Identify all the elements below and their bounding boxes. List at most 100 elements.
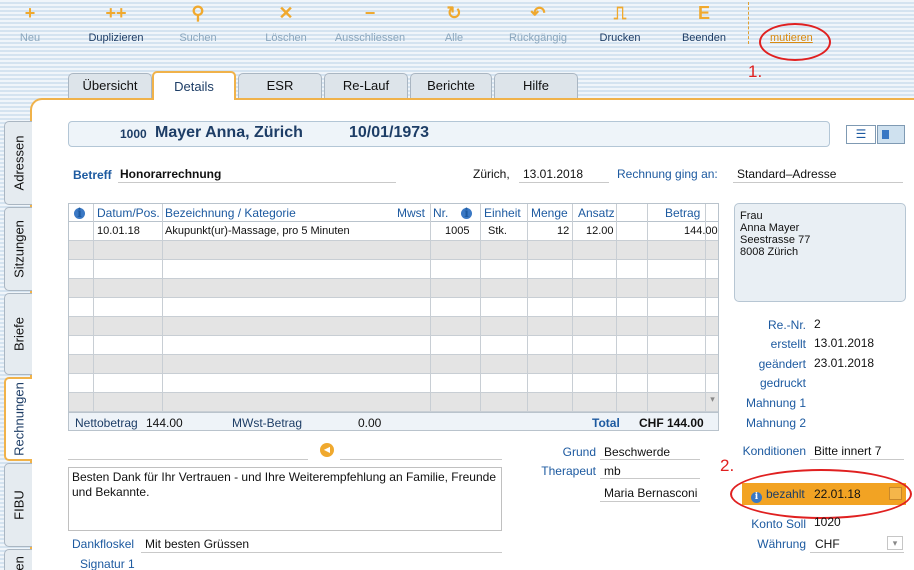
konditionen-field[interactable]: Bitte innert 7 [814, 444, 881, 458]
col-einheit: Einheit [484, 206, 521, 220]
erstellt-label: erstellt [770, 337, 806, 351]
tab-esr[interactable]: ESR [238, 73, 322, 98]
patient-name: Mayer Anna, Zürich [155, 124, 303, 141]
geaendert-value: 23.01.2018 [814, 356, 875, 370]
annotation-number-2: 2. [720, 456, 735, 475]
toolbar-exclude-label: Ausschliessen [334, 32, 406, 44]
separator-line [340, 459, 502, 460]
total-value: CHF 144.00 [639, 416, 704, 430]
side-tab-rechnungen-label: Rechnungen [11, 382, 27, 456]
col-menge: Menge [531, 206, 568, 220]
grund-field[interactable]: Beschwerde [604, 445, 670, 459]
side-tab-briefe[interactable]: Briefe [4, 293, 32, 375]
therapeut-label: Therapeut [541, 464, 596, 478]
side-tab-fibu-label: FIBU [11, 490, 26, 520]
recipient-underline [733, 182, 903, 183]
row-einheit: Stk. [488, 225, 507, 237]
annotation-circle-1 [759, 23, 831, 61]
plus-icon: + [24, 3, 36, 23]
row-betrag: 144.00 [684, 225, 718, 237]
side-tab-adressen-label: Adressen [11, 135, 26, 191]
mwst-label: MWst-Betrag [232, 416, 303, 430]
tab-details[interactable]: Details [152, 71, 236, 100]
table-row-empty[interactable] [69, 336, 718, 355]
table-row-empty[interactable] [69, 355, 718, 374]
table-header: i Datum/Pos. Bezeichnung / Kategorie Mws… [69, 204, 718, 222]
tab-berichte[interactable]: Berichte [410, 73, 492, 98]
message-textarea[interactable]: Besten Dank für Ihr Vertrauen - und Ihre… [68, 467, 502, 531]
col-datum: Datum/Pos. [97, 206, 160, 220]
re-nr-label: Re.-Nr. [767, 318, 806, 332]
side-tab-more-label: gen [11, 555, 26, 570]
chevron-down-icon[interactable]: ▾ [887, 536, 903, 550]
col-mwst: Mwst [397, 206, 425, 220]
table-row-empty[interactable] [69, 317, 718, 336]
therapeut-name: Maria Bernasconi [604, 486, 698, 500]
invoice-items-table: i Datum/Pos. Bezeichnung / Kategorie Mws… [68, 203, 719, 431]
col-separator [647, 204, 648, 412]
invoice-date-field[interactable]: 13.01.2018 [523, 167, 583, 181]
toolbar-print-button[interactable]: ⎍ Drucken [580, 0, 660, 44]
tab-re-lauf[interactable]: Re-Lauf [324, 73, 408, 98]
list-view-icon[interactable]: ☰ [846, 125, 876, 144]
table-row[interactable]: 10.01.18 Akupunkt(ur)-Massage, pro 5 Min… [69, 222, 718, 241]
netto-label: Nettobetrag [75, 416, 138, 430]
annotation-circle-2 [730, 469, 912, 519]
waehrung-label: Währung [757, 537, 806, 551]
side-tab-adressen[interactable]: Adressen [4, 121, 32, 205]
total-label: Total [592, 416, 620, 430]
patient-birthdate: 10/01/1973 [349, 124, 430, 141]
gedruckt-label: gedruckt [759, 376, 806, 390]
printer-icon: ⎍ [613, 3, 627, 23]
toolbar-separator [748, 2, 749, 44]
arrow-left-icon[interactable]: ◀ [320, 443, 334, 457]
toolbar-undo-button[interactable]: ↶ Rückgängig [498, 0, 578, 44]
table-row-empty[interactable] [69, 298, 718, 317]
table-row-empty[interactable] [69, 260, 718, 279]
therapeut-underline [600, 478, 700, 479]
toolbar-new-button[interactable]: + Neu [0, 0, 70, 44]
mahnung1-label: Mahnung 1 [745, 396, 806, 410]
therapeut-field[interactable]: mb [604, 464, 621, 478]
dankfloskel-label: Dankfloskel [72, 537, 135, 551]
tab-uebersicht[interactable]: Übersicht [68, 73, 152, 98]
toolbar-duplicate-button[interactable]: ++ Duplizieren [76, 0, 156, 44]
address-line: 8008 Zürich [740, 246, 799, 258]
mahnung2-label: Mahnung 2 [745, 416, 806, 430]
row-bezeichnung: Akupunkt(ur)-Massage, pro 5 Minuten [165, 225, 350, 237]
side-tab-fibu[interactable]: FIBU [4, 463, 32, 547]
therapeut-name-underline [600, 501, 700, 502]
split-view-icon[interactable] [877, 125, 905, 144]
waehrung-select[interactable]: CHF [815, 537, 840, 551]
side-tab-rechnungen[interactable]: Rechnungen [4, 377, 32, 461]
toolbar-all-button[interactable]: ↻ Alle [414, 0, 494, 44]
betreff-field[interactable]: Honorarrechnung [120, 167, 221, 181]
address-box[interactable]: Frau Anna Mayer Seestrasse 77 8008 Züric… [734, 203, 906, 302]
konto-value: 1020 [814, 515, 841, 529]
table-row-empty[interactable] [69, 241, 718, 260]
exit-icon: E [697, 3, 710, 23]
col-separator [572, 204, 573, 412]
address-line: Frau [740, 210, 763, 222]
konto-label: Konto Soll [751, 517, 806, 531]
table-row-empty[interactable] [69, 374, 718, 393]
side-tab-sitzungen[interactable]: Sitzungen [4, 207, 32, 291]
betreff-label: Betreff [73, 168, 112, 182]
recipient-label: Rechnung ging an: [617, 167, 718, 181]
table-row-empty[interactable] [69, 279, 718, 298]
col-nr: Nr. [433, 206, 449, 220]
side-tab-more[interactable]: gen [4, 549, 32, 570]
col-separator [527, 204, 528, 412]
toolbar-quit-button[interactable]: E Beenden [664, 0, 744, 44]
col-separator [430, 204, 431, 412]
recipient-field[interactable]: Standard–Adresse [737, 167, 836, 181]
tab-hilfe[interactable]: Hilfe [494, 73, 578, 98]
toolbar-search-button[interactable]: ⚲ Suchen [158, 0, 238, 44]
toolbar-search-label: Suchen [179, 32, 217, 44]
toolbar-exclude-button[interactable]: − Ausschliessen [330, 0, 410, 44]
table-row-empty[interactable] [69, 393, 718, 412]
mwst-value: 0.00 [358, 416, 382, 430]
dankfloskel-field[interactable]: Mit besten Grüssen [145, 537, 249, 551]
toolbar-delete-button[interactable]: ✕ Löschen [246, 0, 326, 44]
col-bezeichnung: Bezeichnung / Kategorie [165, 206, 296, 220]
